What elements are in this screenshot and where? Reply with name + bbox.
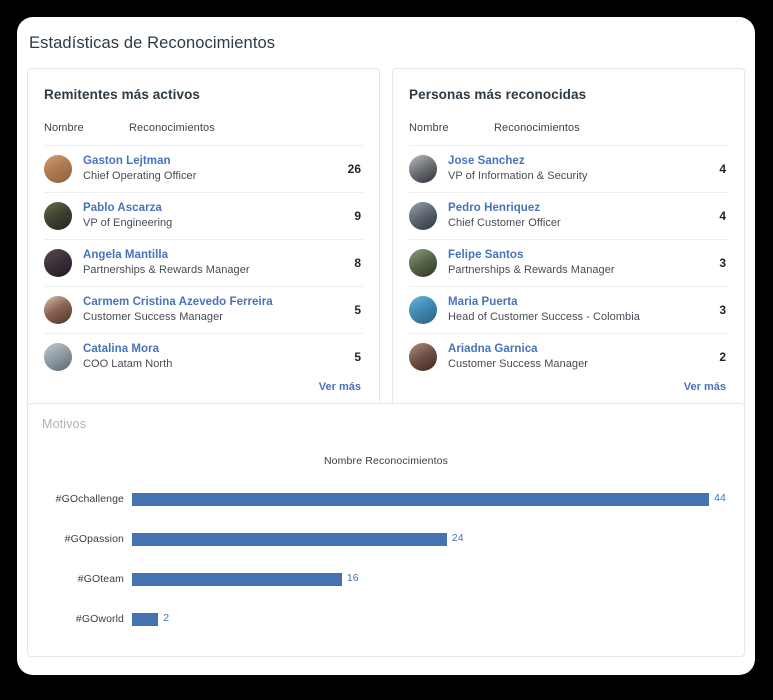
bar-fill[interactable]: [132, 572, 342, 586]
recognition-count: 3: [719, 256, 726, 270]
table-row[interactable]: Ariadna Garnica Customer Success Manager…: [409, 333, 728, 380]
table-row[interactable]: Pablo Ascarza VP of Engineering 9: [44, 192, 363, 239]
table-row[interactable]: Jose Sanchez VP of Information & Securit…: [409, 145, 728, 192]
table-header: Nombre Reconocimientos: [409, 122, 728, 145]
bar-fill[interactable]: [132, 492, 710, 506]
table-row[interactable]: Pedro Henriquez Chief Customer Officer 4: [409, 192, 728, 239]
person-role: Partnerships & Rewards Manager: [83, 264, 250, 276]
person-name-link[interactable]: Jose Sanchez: [448, 154, 710, 169]
person-name-link[interactable]: Carmem Cristina Azevedo Ferreira: [83, 295, 345, 310]
person-name-link[interactable]: Catalina Mora: [83, 342, 345, 357]
table-row[interactable]: Gaston Lejtman Chief Operating Officer 2…: [44, 145, 363, 192]
avatar: [44, 343, 72, 371]
person-role: Head of Customer Success - Colombia: [448, 311, 640, 323]
person-name-link[interactable]: Felipe Santos: [448, 248, 710, 263]
card-motivos: Motivos Nombre Reconocimientos #GOchalle…: [27, 403, 745, 657]
bar-category-label: #GOpassion: [64, 533, 124, 545]
avatar: [44, 249, 72, 277]
card-personas-mas-reconocidas: Personas más reconocidas Nombre Reconoci…: [392, 68, 745, 410]
column-header-count: Reconocimientos: [494, 122, 580, 134]
bar-track: 2: [132, 611, 730, 626]
table-row[interactable]: Angela Mantilla Partnerships & Rewards M…: [44, 239, 363, 286]
avatar: [44, 296, 72, 324]
table-row[interactable]: Felipe Santos Partnerships & Rewards Man…: [409, 239, 728, 286]
avatar: [44, 202, 72, 230]
card-remitentes-mas-activos: Remitentes más activos Nombre Reconocimi…: [27, 68, 380, 410]
stats-panel: Estadísticas de Reconocimientos Remitent…: [17, 17, 755, 675]
see-more-link[interactable]: Ver más: [409, 380, 728, 399]
person-role: Chief Customer Officer: [448, 217, 561, 229]
recognition-count: 3: [719, 303, 726, 317]
recognition-count: 2: [719, 350, 726, 364]
avatar: [44, 155, 72, 183]
card-title: Remitentes más activos: [44, 87, 201, 102]
bar-row: #GOchallenge 44: [42, 479, 730, 519]
person-info: Gaston Lejtman Chief Operating Officer: [83, 154, 345, 184]
person-info: Ariadna Garnica Customer Success Manager: [448, 342, 710, 372]
bar-chart: #GOchallenge 44 #GOpassion 24 #GOteam 16: [42, 479, 730, 639]
recognition-count: 4: [719, 209, 726, 223]
recognition-count: 9: [354, 209, 361, 223]
person-role: VP of Information & Security: [448, 170, 588, 182]
avatar: [409, 202, 437, 230]
person-info: Angela Mantilla Partnerships & Rewards M…: [83, 248, 345, 278]
person-role: Chief Operating Officer: [83, 170, 197, 182]
bar-value-label: 16: [346, 571, 359, 584]
person-name-link[interactable]: Pedro Henriquez: [448, 201, 710, 216]
avatar: [409, 343, 437, 371]
person-info: Carmem Cristina Azevedo Ferreira Custome…: [83, 295, 345, 325]
bar-track: 24: [132, 531, 730, 546]
bar-fill[interactable]: [132, 612, 159, 626]
person-name-link[interactable]: Maria Puerta: [448, 295, 710, 310]
person-info: Jose Sanchez VP of Information & Securit…: [448, 154, 710, 184]
table-row[interactable]: Carmem Cristina Azevedo Ferreira Custome…: [44, 286, 363, 333]
bar-category-label: #GOteam: [77, 573, 124, 585]
person-info: Felipe Santos Partnerships & Rewards Man…: [448, 248, 710, 278]
person-info: Catalina Mora COO Latam North: [83, 342, 345, 372]
chart-title: Nombre Reconocimientos: [323, 455, 449, 467]
bar-row: #GOpassion 24: [42, 519, 730, 559]
person-role: VP of Engineering: [83, 217, 173, 229]
bar-value-label: 44: [714, 491, 726, 504]
bar-track: 16: [132, 571, 730, 586]
person-info: Pedro Henriquez Chief Customer Officer: [448, 201, 710, 231]
avatar: [409, 249, 437, 277]
table-row[interactable]: Maria Puerta Head of Customer Success - …: [409, 286, 728, 333]
avatar: [409, 296, 437, 324]
bar-category-label: #GOchallenge: [55, 493, 124, 505]
person-name-link[interactable]: Pablo Ascarza: [83, 201, 345, 216]
table-row[interactable]: Catalina Mora COO Latam North 5: [44, 333, 363, 380]
bar-value-label: 24: [451, 531, 464, 544]
column-header-name: Nombre: [44, 122, 84, 134]
recognition-count: 5: [354, 350, 361, 364]
person-name-link[interactable]: Angela Mantilla: [83, 248, 345, 263]
recognition-count: 5: [354, 303, 361, 317]
table-header: Nombre Reconocimientos: [44, 122, 363, 145]
bar-value-label: 2: [163, 611, 170, 624]
motivos-label: Motivos: [42, 417, 87, 431]
person-name-link[interactable]: Gaston Lejtman: [83, 154, 345, 169]
person-role: Partnerships & Rewards Manager: [448, 264, 615, 276]
person-name-link[interactable]: Ariadna Garnica: [448, 342, 710, 357]
see-more-link[interactable]: Ver más: [44, 380, 363, 399]
person-role: Customer Success Manager: [448, 358, 588, 370]
recognition-count: 8: [354, 256, 361, 270]
person-role: COO Latam North: [83, 358, 173, 370]
bar-row: #GOworld 2: [42, 599, 730, 639]
page-title: Estadísticas de Reconocimientos: [29, 34, 276, 52]
person-info: Maria Puerta Head of Customer Success - …: [448, 295, 710, 325]
column-header-name: Nombre: [409, 122, 449, 134]
recognition-count: 26: [347, 162, 361, 176]
person-info: Pablo Ascarza VP of Engineering: [83, 201, 345, 231]
bar-track: 44: [132, 491, 730, 506]
bar-category-label: #GOworld: [75, 613, 124, 625]
cards-row: Remitentes más activos Nombre Reconocimi…: [27, 68, 745, 410]
avatar: [409, 155, 437, 183]
bar-row: #GOteam 16: [42, 559, 730, 599]
column-header-count: Reconocimientos: [129, 122, 215, 134]
card-title: Personas más reconocidas: [409, 87, 587, 102]
bar-fill[interactable]: [132, 532, 447, 546]
person-role: Customer Success Manager: [83, 311, 223, 323]
recognition-count: 4: [719, 162, 726, 176]
